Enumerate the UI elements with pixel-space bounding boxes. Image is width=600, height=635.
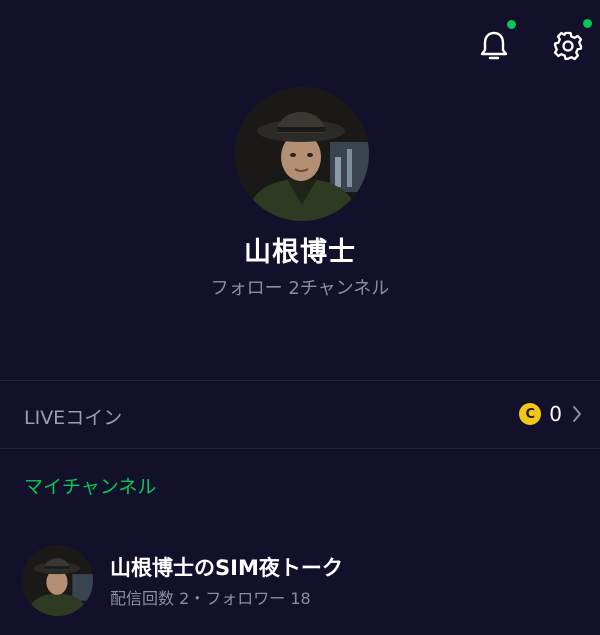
notification-badge [507, 20, 516, 29]
profile-avatar[interactable] [235, 87, 369, 221]
coin-balance: C 0 [519, 401, 582, 427]
channel-meta: 配信回数 2・フォロワー 18 [110, 589, 311, 608]
live-coin-row[interactable]: LIVEコイン C 0 [0, 381, 600, 448]
avatar-photo [235, 87, 369, 221]
settings-badge [583, 19, 592, 28]
coin-value: 0 [549, 402, 562, 426]
follow-count[interactable]: フォロー 2チャンネル [0, 274, 600, 300]
top-bar [0, 0, 600, 80]
notification-button[interactable] [474, 20, 516, 68]
channel-list-item[interactable]: 山根博士のSIM夜トーク 配信回数 2・フォロワー 18 [0, 538, 600, 628]
settings-button[interactable] [548, 19, 592, 68]
profile-name: 山根博士 [244, 237, 356, 268]
gear-icon [553, 31, 583, 61]
bell-icon [480, 31, 508, 60]
channel-name: 山根博士のSIM夜トーク [110, 556, 343, 580]
channel-avatar-photo [22, 545, 93, 616]
chevron-right-icon [573, 406, 581, 422]
channel-avatar [22, 545, 93, 616]
my-channel-title: マイチャンネル [24, 476, 157, 498]
divider [0, 448, 600, 449]
coin-icon: C [519, 403, 542, 425]
live-coin-label: LIVEコイン [24, 407, 123, 429]
